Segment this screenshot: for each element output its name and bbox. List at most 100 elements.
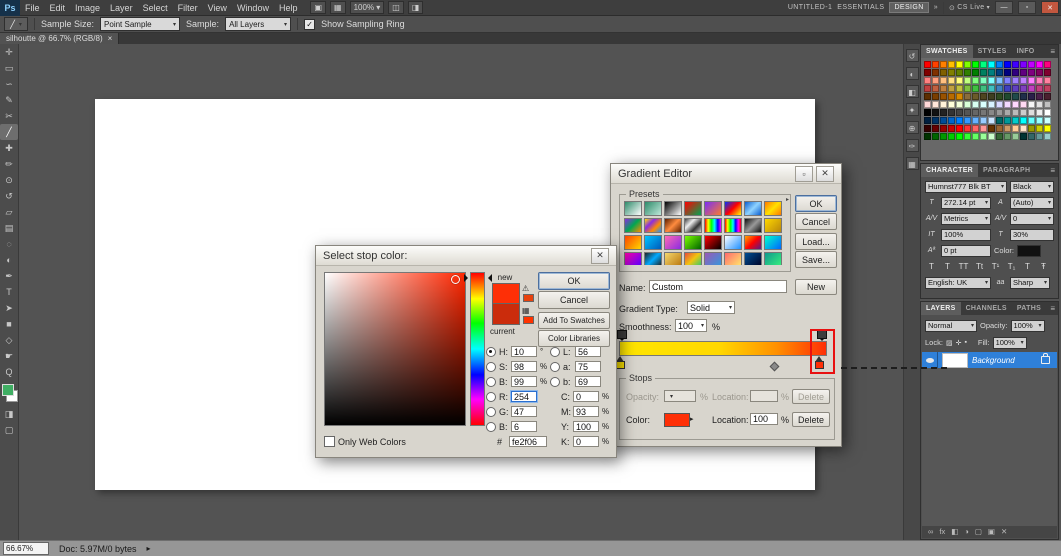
- color-swatch[interactable]: [924, 93, 931, 100]
- history-icon[interactable]: ↺: [905, 49, 919, 62]
- color-swatch[interactable]: [988, 93, 995, 100]
- color-swatch[interactable]: [972, 69, 979, 76]
- color-swatch[interactable]: [1036, 125, 1043, 132]
- lab-b-radio[interactable]: [550, 376, 560, 387]
- styles-icon[interactable]: ✦: [905, 103, 919, 116]
- gradient-preset[interactable]: [724, 235, 742, 250]
- vertical-scale-field[interactable]: 100%: [941, 228, 991, 241]
- char-style-button-5[interactable]: T¹: [989, 261, 1002, 273]
- lasso-tool[interactable]: ∽: [0, 76, 18, 92]
- color-swatch[interactable]: [964, 93, 971, 100]
- char-style-button-2[interactable]: T: [941, 261, 954, 273]
- color-swatch[interactable]: [924, 85, 931, 92]
- blue-radio[interactable]: [486, 421, 496, 432]
- screen-mode-cycle-icon[interactable]: ▢: [0, 422, 18, 438]
- ok-button[interactable]: OK: [795, 195, 837, 212]
- brush-presets-icon[interactable]: ✑: [905, 139, 919, 152]
- baseline-shift-field[interactable]: 0 pt: [941, 244, 991, 257]
- save-button[interactable]: Save...: [795, 251, 837, 268]
- color-swatch[interactable]: [988, 109, 995, 116]
- rectangular-marquee-tool[interactable]: ▭: [0, 60, 18, 76]
- color-swatch[interactable]: [1036, 69, 1043, 76]
- document-tab[interactable]: silhoutte @ 66.7% (RGB/8) ×: [0, 33, 120, 44]
- yellow-input[interactable]: [573, 421, 599, 432]
- picker-field[interactable]: [324, 272, 466, 426]
- eyedropper-tool[interactable]: ╱: [0, 124, 18, 140]
- font-style-dropdown[interactable]: Black: [1010, 180, 1054, 193]
- color-swatch[interactable]: [932, 117, 939, 124]
- char-style-button-7[interactable]: T: [1021, 261, 1034, 273]
- color-swatch[interactable]: [996, 69, 1003, 76]
- color-swatch[interactable]: [940, 61, 947, 68]
- color-swatch[interactable]: [948, 61, 955, 68]
- color-swatch[interactable]: [1036, 77, 1043, 84]
- brightness-input[interactable]: [511, 376, 537, 387]
- color-swatch[interactable]: [932, 93, 939, 100]
- menu-edit[interactable]: Edit: [45, 3, 71, 13]
- blur-tool[interactable]: ◌: [0, 236, 18, 252]
- color-swatch[interactable]: [1004, 125, 1011, 132]
- layer-style-icon[interactable]: fx: [939, 526, 945, 538]
- current-color-swatch[interactable]: [492, 303, 520, 325]
- color-swatch[interactable]: [1036, 93, 1043, 100]
- stop-color-swatch[interactable]: [664, 413, 690, 427]
- tab-character[interactable]: CHARACTER: [921, 164, 979, 177]
- color-swatch[interactable]: [940, 117, 947, 124]
- eraser-tool[interactable]: ▱: [0, 204, 18, 220]
- color-swatch[interactable]: [956, 125, 963, 132]
- color-swatch[interactable]: [1036, 85, 1043, 92]
- color-swatch[interactable]: [956, 69, 963, 76]
- color-swatch[interactable]: [988, 69, 995, 76]
- color-stop-start[interactable]: [616, 356, 625, 369]
- color-swatch[interactable]: [940, 93, 947, 100]
- gradient-preset[interactable]: [724, 218, 742, 233]
- language-dropdown[interactable]: English: UK: [925, 276, 991, 289]
- gradient-preset[interactable]: [744, 252, 762, 265]
- color-swatch[interactable]: [1004, 69, 1011, 76]
- color-swatch[interactable]: [980, 125, 987, 132]
- path-selection-tool[interactable]: ➤: [0, 300, 18, 316]
- hue-input[interactable]: [511, 346, 537, 357]
- color-swatch[interactable]: [1020, 93, 1027, 100]
- color-swatch[interactable]: [964, 117, 971, 124]
- dodge-tool[interactable]: ◐: [0, 252, 18, 268]
- color-swatch[interactable]: [980, 77, 987, 84]
- color-swatch[interactable]: [940, 101, 947, 108]
- color-swatch[interactable]: [1012, 77, 1019, 84]
- tool-preset-picker[interactable]: ╱: [4, 17, 28, 31]
- color-swatch[interactable]: [972, 85, 979, 92]
- red-radio[interactable]: [486, 391, 496, 402]
- color-swatch[interactable]: [1012, 93, 1019, 100]
- color-swatch[interactable]: [1012, 133, 1019, 140]
- close-button[interactable]: ✕: [1041, 1, 1059, 14]
- color-swatch[interactable]: [1028, 125, 1035, 132]
- lock-all-icon[interactable]: ▪: [964, 339, 966, 347]
- gradient-bar[interactable]: [619, 341, 827, 356]
- dialog-restore-button[interactable]: ▫: [795, 165, 813, 182]
- color-swatch[interactable]: [1044, 61, 1051, 68]
- menu-view[interactable]: View: [203, 3, 232, 13]
- color-swatch[interactable]: [956, 77, 963, 84]
- hue-strip[interactable]: [470, 272, 485, 426]
- presets-scroll-arrow[interactable]: ▸: [786, 196, 789, 203]
- color-swatch[interactable]: [1036, 101, 1043, 108]
- color-swatch[interactable]: [1028, 93, 1035, 100]
- gradient-preset[interactable]: [744, 201, 762, 216]
- color-swatch[interactable]: [1044, 133, 1051, 140]
- color-swatch[interactable]: [1020, 109, 1027, 116]
- web-safe-cube-icon[interactable]: ▦: [522, 306, 530, 315]
- color-swatch[interactable]: [932, 69, 939, 76]
- color-swatch[interactable]: [1036, 133, 1043, 140]
- gradient-preset[interactable]: [644, 201, 662, 216]
- lock-position-icon[interactable]: ✛: [956, 339, 962, 347]
- gradient-preset[interactable]: [704, 201, 722, 216]
- color-swatch[interactable]: [932, 101, 939, 108]
- color-swatch[interactable]: [988, 61, 995, 68]
- ok-button[interactable]: OK: [538, 272, 610, 290]
- color-swatch[interactable]: [1044, 93, 1051, 100]
- color-swatch[interactable]: [980, 101, 987, 108]
- hand-tool[interactable]: ☛: [0, 348, 18, 364]
- gradient-preset[interactable]: [664, 218, 682, 233]
- workspace-design[interactable]: DESIGN: [889, 2, 929, 13]
- stop-color-arrow-icon[interactable]: ▸: [690, 415, 694, 423]
